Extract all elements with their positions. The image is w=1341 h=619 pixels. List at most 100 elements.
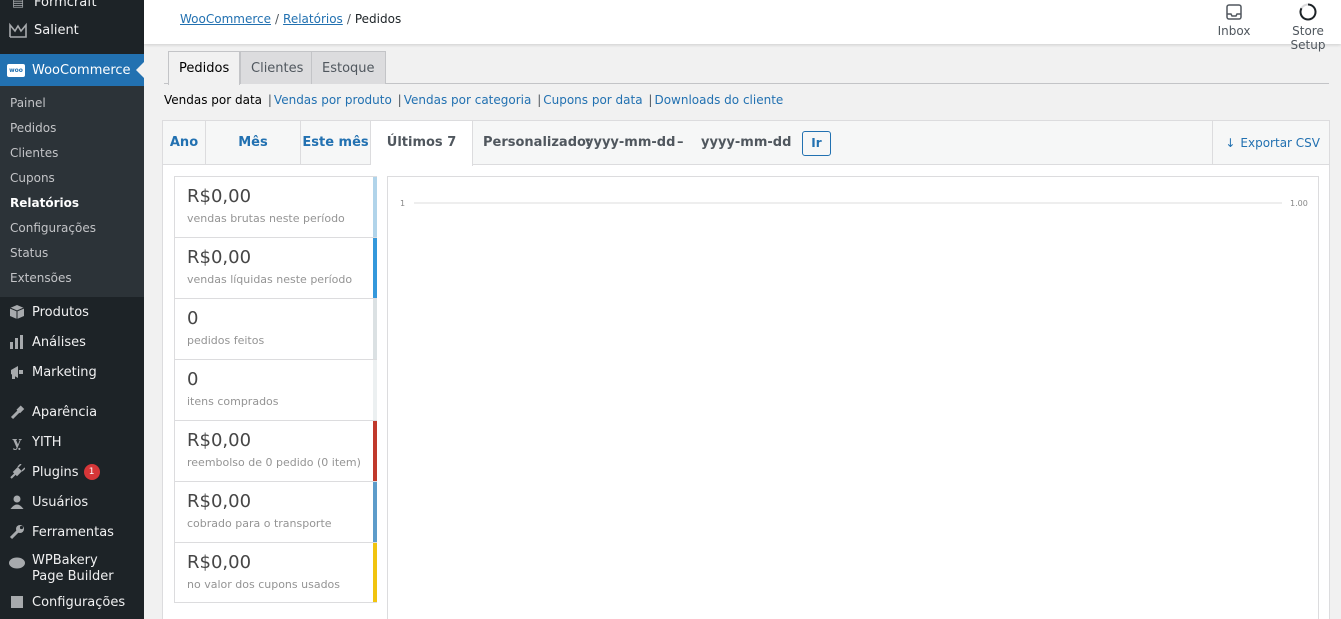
date-to-input[interactable]: yyyy-mm-dd [701, 121, 791, 165]
sidebar-item-label: Formcraft [34, 0, 97, 10]
sidebar-item-yith[interactable]: ỵ YITH [0, 427, 144, 457]
date-dash: – [677, 135, 684, 150]
sidebar-item-ferramentas[interactable]: Ferramentas [0, 517, 144, 547]
sidebar-item-formcraft[interactable]: ▤ Formcraft [0, 0, 144, 16]
legend-amount: R$0,00 [187, 247, 252, 268]
subnav-link-cupons-por-data[interactable]: Cupons por data [543, 93, 642, 107]
admin-sidebar: ▤ Formcraft Salient woo WooCommerce Pain… [0, 0, 144, 619]
sidebar-item-label: Usuários [32, 494, 89, 510]
legend-item[interactable]: R$0,00 no valor dos cupons usados [174, 542, 377, 603]
inbox-button[interactable]: Inbox [1216, 2, 1252, 38]
sidebar-item-label: Configurações [32, 594, 126, 610]
wpbakery-icon [7, 553, 27, 573]
breadcrumb: WooCommerce / Relatórios / Pedidos [180, 12, 401, 26]
legend-amount: R$0,00 [187, 491, 252, 512]
tab-clientes[interactable]: Clientes [240, 51, 315, 84]
legend-color-bar [373, 482, 377, 542]
plugins-update-badge: 1 [83, 464, 100, 480]
store-setup-label: Store Setup [1290, 24, 1326, 52]
sidebar-item-label: Aparência [32, 404, 98, 420]
user-icon [7, 492, 27, 512]
subnav-separator: | [537, 93, 542, 107]
legend-amount: 0 [187, 369, 199, 390]
legend-item[interactable]: R$0,00 vendas brutas neste período [174, 176, 377, 237]
sidebar-item-label: Marketing [32, 364, 97, 380]
formcraft-icon: ▤ [11, 0, 25, 10]
subnav-link-downloads-do-cliente[interactable]: Downloads do cliente [654, 93, 783, 107]
legend-color-bar [373, 238, 377, 298]
legend-item[interactable]: 0 pedidos feitos [174, 298, 377, 359]
subnav-link-vendas-por-categoria[interactable]: Vendas por categoria [404, 93, 532, 107]
date-from-input[interactable]: yyyy-mm-dd [585, 121, 675, 165]
date-range-bar: Ano Mês passado Este mês Últimos 7 dias … [163, 121, 1329, 194]
store-setup-button[interactable]: Store Setup [1276, 2, 1340, 52]
admin-menu: Produtos Análises Marketing Aparência ỵ … [0, 297, 144, 617]
submenu-item-relatorios[interactable]: Relatórios [0, 191, 144, 216]
salient-icon [8, 20, 28, 40]
legend-description: cobrado para o transporte [187, 517, 332, 530]
range-tab-ultimos-7-dias[interactable]: Últimos 7 dias [371, 121, 473, 194]
y-left-tick-label: 1 [400, 199, 405, 208]
sidebar-item-plugins[interactable]: Plugins 1 [0, 457, 144, 487]
sidebar-item-marketing[interactable]: Marketing [0, 357, 144, 387]
submenu-item-configuracoes[interactable]: Configurações [0, 216, 144, 241]
sidebar-item-woocommerce[interactable]: woo WooCommerce [0, 54, 144, 86]
menu-separator [0, 387, 144, 397]
sidebar-item-label: YITH [32, 434, 62, 450]
submenu-item-extensoes[interactable]: Extensões [0, 266, 144, 291]
sidebar-item-wpbakery[interactable]: WPBakery Page Builder [0, 547, 144, 587]
inbox-icon [1216, 2, 1252, 22]
breadcrumb-separator: / [346, 12, 351, 26]
sidebar-item-label: Produtos [32, 304, 89, 320]
settings-icon [7, 592, 27, 612]
tab-pedidos[interactable]: Pedidos [168, 51, 241, 85]
legend-amount: R$0,00 [187, 552, 252, 573]
subnav-separator: | [397, 93, 402, 107]
legend-item[interactable]: R$0,00 reembolso de 0 pedido (0 item) [174, 420, 377, 481]
subnav-separator: | [267, 93, 272, 107]
export-csv-button[interactable]: ↓ Exportar CSV [1212, 121, 1329, 165]
sidebar-item-label: Plugins [32, 464, 79, 480]
submenu-item-pedidos[interactable]: Pedidos [0, 116, 144, 141]
legend-item[interactable]: 0 itens comprados [174, 359, 377, 420]
sidebar-item-configuracoes[interactable]: Configurações [0, 587, 144, 617]
woocommerce-header: WooCommerce / Relatórios / Pedidos Inbox Sto… [144, 0, 1341, 52]
breadcrumb-current: Pedidos [354, 12, 402, 26]
legend-color-bar [373, 360, 377, 420]
submenu-item-clientes[interactable]: Clientes [0, 141, 144, 166]
breadcrumb-link-relatorios[interactable]: Relatórios [283, 12, 343, 26]
breadcrumb-separator: / [274, 12, 280, 26]
sidebar-item-usuarios[interactable]: Usuários [0, 487, 144, 517]
submenu-item-cupons[interactable]: Cupons [0, 166, 144, 191]
wrench-icon [7, 522, 27, 542]
legend-color-bar [373, 299, 377, 359]
sidebar-item-label: WooCommerce [32, 62, 131, 78]
legend-item[interactable]: R$0,00 vendas líquidas neste período [174, 237, 377, 298]
legend-item[interactable]: R$0,00 cobrado para o transporte [174, 481, 377, 542]
subnav-current: Vendas por data [164, 93, 263, 107]
range-tab-este-mes[interactable]: Este mês [301, 121, 371, 165]
sidebar-item-produtos[interactable]: Produtos [0, 297, 144, 327]
breadcrumb-link-woocommerce[interactable]: WooCommerce [180, 12, 271, 26]
submenu-item-status[interactable]: Status [0, 241, 144, 266]
sidebar-item-label: WPBakery Page Builder [32, 553, 114, 584]
chart-legend: R$0,00 vendas brutas neste período R$0,00… [174, 176, 377, 603]
subnav-link-vendas-por-produto[interactable]: Vendas por produto [274, 93, 392, 107]
submenu-item-painel[interactable]: Painel [0, 91, 144, 116]
progress-ring-icon [1276, 2, 1340, 22]
go-button[interactable]: Ir [802, 131, 831, 156]
chart-canvas: 1 1.00 [400, 199, 1308, 208]
sidebar-item-salient[interactable]: Salient [0, 16, 144, 44]
legend-color-bar [373, 543, 377, 602]
legend-color-bar [373, 177, 377, 237]
tab-estoque[interactable]: Estoque [311, 51, 386, 84]
sidebar-item-analises[interactable]: Análises [0, 327, 144, 357]
range-tab-ano[interactable]: Ano [163, 121, 206, 165]
sidebar-item-aparencia[interactable]: Aparência [0, 397, 144, 427]
report-panel: Ano Mês passado Este mês Últimos 7 dias … [162, 120, 1330, 619]
range-tab-mes-passado[interactable]: Mês passado [206, 121, 301, 194]
legend-amount: 0 [187, 308, 199, 329]
legend-description: vendas brutas neste período [187, 212, 345, 225]
woocommerce-submenu: Painel Pedidos Clientes Cupons Relatório… [0, 86, 144, 297]
custom-range-label: Personalizado: [483, 135, 592, 150]
